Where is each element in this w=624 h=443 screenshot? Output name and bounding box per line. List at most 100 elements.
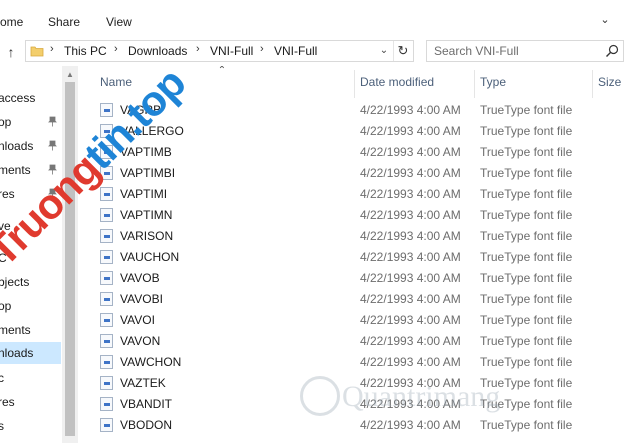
nav-item-documents[interactable]: ments xyxy=(0,159,61,181)
file-row[interactable]: VAVOI 4/22/1993 4:00 AM TrueType font file xyxy=(96,310,624,331)
pin-icon xyxy=(48,164,57,175)
breadcrumb-downloads[interactable]: Downloads xyxy=(128,44,187,58)
column-header-date-modified[interactable]: Date modified xyxy=(360,75,434,89)
file-type: TrueType font file xyxy=(480,124,573,138)
nav-item-label: op xyxy=(0,115,12,129)
file-name: VAVOI xyxy=(120,313,155,327)
nav-item-desktop[interactable]: op xyxy=(0,111,61,133)
breadcrumb-separator-icon[interactable]: › xyxy=(114,43,118,55)
file-type: TrueType font file xyxy=(480,334,573,348)
file-name: VAVOBI xyxy=(120,292,163,306)
pin-icon xyxy=(48,140,57,151)
file-name: VAGRB xyxy=(120,103,162,117)
file-name: VAWCHON xyxy=(120,355,182,369)
tab-share[interactable]: Share xyxy=(48,15,80,29)
nav-item-label: ments xyxy=(0,163,31,177)
file-row[interactable]: VAPTIMB 4/22/1993 4:00 AM TrueType font fi… xyxy=(96,142,624,163)
nav-item-music[interactable]: c xyxy=(0,367,61,389)
scrollbar-thumb[interactable] xyxy=(65,82,75,436)
font-file-icon xyxy=(100,355,113,369)
search-input[interactable]: Search VNI-Full xyxy=(426,40,624,62)
file-name: VAVON xyxy=(120,334,161,348)
file-type: TrueType font file xyxy=(480,313,573,327)
file-date-modified: 4/22/1993 4:00 AM xyxy=(360,166,461,180)
column-divider[interactable] xyxy=(474,70,475,98)
nav-item-label: op xyxy=(0,299,12,313)
nav-item-label: s xyxy=(0,419,4,433)
column-header-type[interactable]: Type xyxy=(480,75,506,89)
column-divider[interactable] xyxy=(592,70,593,98)
nav-item-desktop-pc[interactable]: op xyxy=(0,295,61,317)
pin-icon xyxy=(48,188,57,199)
tab-home[interactable]: ome xyxy=(0,15,23,29)
column-header-size[interactable]: Size xyxy=(598,75,621,89)
nav-item-label: res xyxy=(0,395,15,409)
file-date-modified: 4/22/1993 4:00 AM xyxy=(360,292,461,306)
breadcrumb-this-pc[interactable]: This PC xyxy=(64,44,107,58)
file-type: TrueType font file xyxy=(480,418,573,432)
column-header-name[interactable]: Name xyxy=(100,75,132,89)
file-row[interactable]: VAGRB 4/22/1993 4:00 AM TrueType font file xyxy=(96,100,624,121)
folder-icon xyxy=(30,46,44,57)
breadcrumb-separator-icon[interactable]: › xyxy=(196,43,200,55)
nav-item-onedrive[interactable]: ve xyxy=(0,215,61,237)
search-placeholder: Search VNI-Full xyxy=(434,44,519,58)
file-name: VARISON xyxy=(120,229,174,243)
font-file-icon xyxy=(100,271,113,285)
scroll-up-icon[interactable]: ▲ xyxy=(64,70,76,80)
breadcrumb-separator-icon[interactable]: › xyxy=(260,43,264,55)
breadcrumb-vni-full[interactable]: VNI-Full xyxy=(210,44,253,58)
file-row[interactable]: VAPTIMN 4/22/1993 4:00 AM TrueType font fi… xyxy=(96,205,624,226)
file-row[interactable]: VAVOBI 4/22/1993 4:00 AM TrueType font fil… xyxy=(96,289,624,310)
address-dropdown-icon[interactable]: ⌄ xyxy=(377,43,391,59)
ribbon-expand-icon[interactable]: ⌄ xyxy=(598,13,612,27)
file-row[interactable]: VAVON 4/22/1993 4:00 AM TrueType font file xyxy=(96,331,624,352)
file-date-modified: 4/22/1993 4:00 AM xyxy=(360,376,461,390)
nav-item-label: bjects xyxy=(0,275,30,289)
column-divider[interactable] xyxy=(354,70,355,98)
file-row[interactable]: VAVOB 4/22/1993 4:00 AM TrueType font file xyxy=(96,268,624,289)
nav-item-this-pc[interactable]: C xyxy=(0,247,61,269)
nav-item-downloads[interactable]: nloads xyxy=(0,135,61,157)
file-row[interactable]: VAUCHON 4/22/1993 4:00 AM TrueType font fi… xyxy=(96,247,624,268)
file-row[interactable]: VBANDIT 4/22/1993 4:00 AM TrueType font fi… xyxy=(96,394,624,415)
file-name: VALLERGO xyxy=(120,124,184,138)
font-file-icon xyxy=(100,103,113,117)
nav-item-quick-access[interactable]: access xyxy=(0,87,61,109)
nav-item-pictures[interactable]: res xyxy=(0,183,61,205)
nav-item-label: c xyxy=(0,371,4,385)
file-date-modified: 4/22/1993 4:00 AM xyxy=(360,103,461,117)
file-row[interactable]: VAZTEK 4/22/1993 4:00 AM TrueType font fil… xyxy=(96,373,624,394)
file-date-modified: 4/22/1993 4:00 AM xyxy=(360,187,461,201)
tab-view[interactable]: View xyxy=(106,15,132,29)
nav-scrollbar[interactable]: ▲ xyxy=(62,66,78,443)
nav-item-documents-pc[interactable]: ments xyxy=(0,319,61,341)
font-file-icon xyxy=(100,334,113,348)
nav-item-label: access xyxy=(0,91,36,105)
file-row[interactable]: VAPTIMBI 4/22/1993 4:00 AM TrueType font f… xyxy=(96,163,624,184)
file-row[interactable]: VBODON 4/22/1993 4:00 AM TrueType font fil… xyxy=(96,415,624,436)
nav-item-downloads-pc[interactable]: nloads xyxy=(0,342,61,364)
nav-item-label: ments xyxy=(0,323,31,337)
nav-item-3d-objects[interactable]: bjects xyxy=(0,271,61,293)
file-row[interactable]: VAPTIMI 4/22/1993 4:00 AM TrueType font fi… xyxy=(96,184,624,205)
nav-item-label: res xyxy=(0,187,15,201)
search-icon[interactable] xyxy=(605,44,619,58)
nav-item-videos[interactable]: s xyxy=(0,415,61,437)
address-row: ↑ › This PC › Downloads › VNI-Full › VNI… xyxy=(0,38,624,66)
breadcrumb-separator-icon[interactable]: › xyxy=(50,43,54,55)
nav-item-label: ve xyxy=(0,219,11,233)
breadcrumb-vni-full-current[interactable]: VNI-Full xyxy=(274,44,317,58)
file-date-modified: 4/22/1993 4:00 AM xyxy=(360,124,461,138)
file-name: VAUCHON xyxy=(120,250,180,264)
address-bar[interactable]: › This PC › Downloads › VNI-Full › VNI-F… xyxy=(25,40,414,62)
file-row[interactable]: VAWCHON 4/22/1993 4:00 AM TrueType font fi… xyxy=(96,352,624,373)
refresh-icon[interactable]: ↻ xyxy=(393,41,412,61)
file-row[interactable]: VARISON 4/22/1993 4:00 AM TrueType font fi… xyxy=(96,226,624,247)
up-arrow-icon[interactable]: ↑ xyxy=(4,44,18,60)
file-row[interactable]: VALLERGO 4/22/1993 4:00 AM TrueType font f… xyxy=(96,121,624,142)
file-name: VBODON xyxy=(120,418,173,432)
font-file-icon xyxy=(100,145,113,159)
font-file-icon xyxy=(100,124,113,138)
nav-item-pictures-pc[interactable]: res xyxy=(0,391,61,413)
